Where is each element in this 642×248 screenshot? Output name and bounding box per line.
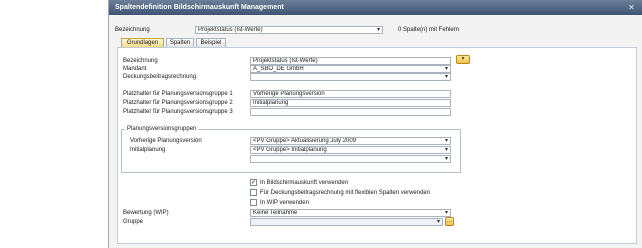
bezeichnung-field-value: Projektstatus (Ist-Werte) bbox=[253, 58, 318, 64]
mandant-value: A_SBO_DE GmbH bbox=[253, 66, 304, 72]
window: Spaltendefinition Bildschirmauskunft Man… bbox=[108, 0, 642, 248]
checkbox-wip[interactable] bbox=[250, 199, 257, 206]
translate-button[interactable]: ▾ bbox=[456, 55, 470, 64]
bezeichnung-label: Bezeichnung bbox=[123, 58, 158, 64]
platzhalter3-field[interactable] bbox=[250, 108, 451, 116]
bewertung-value: Keine Teilnahme bbox=[253, 210, 298, 216]
tab-spalten-label: Spalten bbox=[169, 40, 191, 46]
window-title: Spaltendefinition Bildschirmauskunft Man… bbox=[115, 4, 284, 11]
checkbox-bildschirmauskunft-label: In Bildschirmauskunft verwenden bbox=[260, 180, 349, 186]
close-icon[interactable]: ✕ bbox=[627, 3, 636, 12]
platzhalter1-field[interactable]: Vorherige Planungsversion bbox=[250, 90, 451, 98]
bewertung-select[interactable]: Keine Teilnahme bbox=[250, 209, 451, 217]
platzhalter2-label: Platzhalter für Planungsversionsgruppe 2 bbox=[123, 100, 233, 106]
group-row1-label: Vorherige Planungsversion bbox=[130, 138, 202, 144]
group-row3-select[interactable] bbox=[250, 155, 451, 163]
platzhalter3-label: Platzhalter für Planungsversionsgruppe 3 bbox=[123, 109, 233, 115]
tab-grundlagen-label: Grundlagen bbox=[126, 40, 159, 46]
checkbox-wip-label: In WIP verwenden bbox=[260, 200, 309, 206]
checkbox-deckungsbeitrag[interactable] bbox=[250, 189, 257, 196]
group-row1-select[interactable]: <PV Gruppe> Aktualisierung July 2009 bbox=[250, 137, 451, 145]
bezeichnung-field[interactable]: Projektstatus (Ist-Werte) bbox=[250, 57, 451, 65]
groupbox-title: Planungsversionsgruppen bbox=[125, 125, 199, 133]
gruppe-select[interactable] bbox=[250, 218, 443, 226]
group-row1-value: <PV Gruppe> Aktualisierung July 2009 bbox=[253, 138, 357, 144]
platzhalter2-field[interactable]: Initialplanung bbox=[250, 99, 451, 107]
checkbox-bildschirmauskunft[interactable]: ✓ bbox=[250, 179, 257, 186]
grundlagen-panel: Bezeichnung Projektstatus (Ist-Werte) ▾ … bbox=[117, 47, 637, 244]
checkbox-deckungsbeitrag-label: Für Deckungsbeitragsrechnung mit flexibl… bbox=[260, 190, 431, 196]
tab-beispiel-label: Beispiel bbox=[200, 40, 222, 46]
group-row2-select[interactable]: <PV Gruppe> Initialplanung bbox=[250, 146, 451, 154]
deckungsbeitrag-select[interactable] bbox=[250, 73, 451, 81]
platzhalter1-value: Vorherige Planungsversion bbox=[253, 91, 325, 97]
bezeichnung-header-label: Bezeichnung bbox=[115, 27, 150, 33]
mandant-select[interactable]: A_SBO_DE GmbH bbox=[250, 65, 451, 73]
arrow-down-icon: ▾ bbox=[461, 56, 465, 62]
bezeichnung-header-select[interactable]: Projektstatus (Ist-Werte) bbox=[195, 26, 383, 34]
bezeichnung-header-value: Projektstatus (Ist-Werte) bbox=[198, 27, 263, 33]
title-bar: Spaltendefinition Bildschirmauskunft Man… bbox=[109, 0, 642, 15]
platzhalter1-label: Platzhalter für Planungsversionsgruppe 1 bbox=[123, 91, 233, 97]
group-row2-label: Initialplanung bbox=[130, 147, 166, 153]
gruppe-browse-button[interactable]: ... bbox=[445, 217, 454, 226]
mandant-label: Mandant bbox=[123, 66, 147, 72]
gruppe-label: Gruppe bbox=[123, 219, 144, 225]
platzhalter2-value: Initialplanung bbox=[253, 100, 289, 106]
error-status-text: 0 Spalte(n) mit Fehlern bbox=[398, 27, 460, 33]
group-row2-value: <PV Gruppe> Initialplanung bbox=[253, 147, 327, 153]
deckungsbeitrag-label: Deckungsbeitragsrechnung bbox=[123, 74, 197, 80]
bewertung-label: Bewertung (WIP) bbox=[123, 210, 169, 216]
